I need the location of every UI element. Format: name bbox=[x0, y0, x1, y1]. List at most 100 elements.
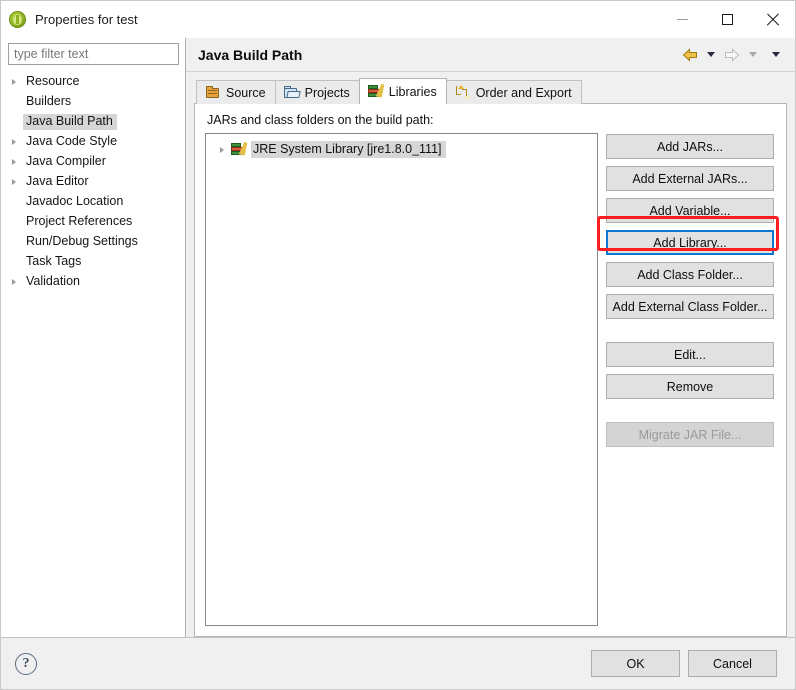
sidebar-item-run-debug-settings[interactable]: Run/Debug Settings bbox=[1, 232, 185, 252]
tabs-host: Source Projects Libraries bbox=[186, 72, 795, 637]
build-path-list-label: JARs and class folders on the build path… bbox=[207, 113, 776, 127]
sidebar-item-label: Javadoc Location bbox=[23, 194, 127, 210]
window-titlebar: Properties for test bbox=[1, 1, 795, 38]
chevron-right-icon bbox=[220, 147, 224, 153]
expand-arrow-container[interactable] bbox=[5, 139, 23, 145]
sidebar-item-java-build-path[interactable]: Java Build Path bbox=[1, 112, 185, 132]
arrow-right-icon bbox=[724, 48, 740, 62]
tabstrip: Source Projects Libraries bbox=[196, 78, 787, 104]
build-path-actions: Add JARs... Add External JARs... Add Var… bbox=[606, 133, 776, 626]
expand-arrow-container[interactable] bbox=[5, 279, 23, 285]
sidebar-item-label: Run/Debug Settings bbox=[23, 234, 142, 250]
chevron-right-icon bbox=[12, 139, 16, 145]
dialog-body: Resource Builders Java Build Path Java C… bbox=[1, 38, 795, 637]
sidebar-item-javadoc-location[interactable]: Javadoc Location bbox=[1, 192, 185, 212]
forward-button[interactable] bbox=[722, 46, 742, 64]
sidebar-item-task-tags[interactable]: Task Tags bbox=[1, 252, 185, 272]
sidebar-item-label: Java Compiler bbox=[23, 154, 110, 170]
sidebar-item-label: Validation bbox=[23, 274, 84, 290]
add-external-class-folder-button[interactable]: Add External Class Folder... bbox=[606, 294, 774, 319]
settings-sidebar: Resource Builders Java Build Path Java C… bbox=[1, 38, 186, 637]
window-title: Properties for test bbox=[35, 12, 138, 27]
arrow-left-icon bbox=[682, 48, 698, 62]
sidebar-item-label: Builders bbox=[23, 94, 75, 110]
help-question-icon[interactable]: ? bbox=[15, 653, 37, 675]
sidebar-item-builders[interactable]: Builders bbox=[1, 92, 185, 112]
package-folder-icon bbox=[205, 85, 221, 100]
settings-page: Java Build Path bbox=[186, 38, 795, 637]
maximize-button[interactable] bbox=[705, 1, 750, 38]
list-item-label: JRE System Library [jre1.8.0_111] bbox=[251, 141, 446, 159]
libraries-tab-panel: JARs and class folders on the build path… bbox=[194, 103, 787, 637]
ok-button[interactable]: OK bbox=[591, 650, 680, 677]
properties-dialog: Properties for test Resource bbox=[0, 0, 796, 690]
expand-arrow-container[interactable] bbox=[213, 147, 231, 153]
tab-libraries[interactable]: Libraries bbox=[359, 78, 447, 104]
page-header: Java Build Path bbox=[186, 38, 795, 72]
filter-input[interactable] bbox=[8, 43, 179, 65]
back-button[interactable] bbox=[680, 46, 700, 64]
minimize-button[interactable] bbox=[660, 1, 705, 38]
sidebar-item-java-code-style[interactable]: Java Code Style bbox=[1, 132, 185, 152]
chevron-down-icon bbox=[772, 52, 780, 57]
page-title: Java Build Path bbox=[198, 47, 302, 63]
close-icon bbox=[766, 13, 779, 26]
build-path-list[interactable]: JRE System Library [jre1.8.0_111] bbox=[205, 133, 598, 626]
open-folder-icon bbox=[284, 85, 300, 100]
sidebar-item-label: Java Build Path bbox=[23, 114, 117, 130]
build-path-content: JRE System Library [jre1.8.0_111] Add JA… bbox=[205, 133, 776, 626]
add-jars-button[interactable]: Add JARs... bbox=[606, 134, 774, 159]
back-dropdown-button[interactable] bbox=[702, 50, 720, 59]
filter-container bbox=[1, 41, 185, 65]
remove-button[interactable]: Remove bbox=[606, 374, 774, 399]
add-library-button[interactable]: Add Library... bbox=[606, 230, 774, 255]
expand-arrow-container[interactable] bbox=[5, 179, 23, 185]
tab-label: Order and Export bbox=[476, 86, 572, 100]
sidebar-item-label: Java Code Style bbox=[23, 134, 121, 150]
chevron-down-icon bbox=[707, 52, 715, 57]
dialog-footer-buttons: OK Cancel bbox=[591, 650, 777, 677]
tab-label: Source bbox=[226, 86, 266, 100]
sidebar-item-label: Resource bbox=[23, 74, 84, 90]
add-variable-button[interactable]: Add Variable... bbox=[606, 198, 774, 223]
close-button[interactable] bbox=[750, 1, 795, 38]
page-nav-tools bbox=[680, 46, 785, 64]
maximize-icon bbox=[722, 14, 733, 25]
reorder-arrows-icon bbox=[455, 85, 471, 100]
library-books-icon bbox=[368, 84, 384, 99]
list-item[interactable]: JRE System Library [jre1.8.0_111] bbox=[208, 139, 595, 160]
page-menu-button[interactable] bbox=[764, 50, 785, 59]
sidebar-item-label: Task Tags bbox=[23, 254, 85, 270]
chevron-right-icon bbox=[12, 179, 16, 185]
sidebar-item-project-references[interactable]: Project References bbox=[1, 212, 185, 232]
settings-tree: Resource Builders Java Build Path Java C… bbox=[1, 72, 185, 292]
tab-projects[interactable]: Projects bbox=[275, 80, 360, 104]
tab-source[interactable]: Source bbox=[196, 80, 276, 104]
sidebar-item-validation[interactable]: Validation bbox=[1, 272, 185, 292]
window-controls bbox=[660, 1, 795, 38]
sidebar-item-java-editor[interactable]: Java Editor bbox=[1, 172, 185, 192]
forward-dropdown-button[interactable] bbox=[744, 50, 762, 59]
button-group-spacer bbox=[606, 406, 776, 422]
tab-label: Projects bbox=[305, 86, 350, 100]
eclipse-icon bbox=[9, 11, 26, 28]
add-class-folder-button[interactable]: Add Class Folder... bbox=[606, 262, 774, 287]
minimize-icon bbox=[677, 19, 688, 20]
edit-button[interactable]: Edit... bbox=[606, 342, 774, 367]
button-group-spacer bbox=[606, 326, 776, 342]
expand-arrow-container[interactable] bbox=[5, 79, 23, 85]
add-external-jars-button[interactable]: Add External JARs... bbox=[606, 166, 774, 191]
tab-label: Libraries bbox=[389, 85, 437, 99]
chevron-right-icon bbox=[12, 159, 16, 165]
chevron-right-icon bbox=[12, 279, 16, 285]
tab-order-and-export[interactable]: Order and Export bbox=[446, 80, 582, 104]
dialog-footer: ? OK Cancel bbox=[1, 637, 795, 689]
sidebar-item-java-compiler[interactable]: Java Compiler bbox=[1, 152, 185, 172]
cancel-button[interactable]: Cancel bbox=[688, 650, 777, 677]
chevron-down-icon bbox=[749, 52, 757, 57]
library-books-icon bbox=[231, 142, 248, 157]
expand-arrow-container[interactable] bbox=[5, 159, 23, 165]
sidebar-item-resource[interactable]: Resource bbox=[1, 72, 185, 92]
migrate-jar-file-button: Migrate JAR File... bbox=[606, 422, 774, 447]
sidebar-item-label: Project References bbox=[23, 214, 136, 230]
